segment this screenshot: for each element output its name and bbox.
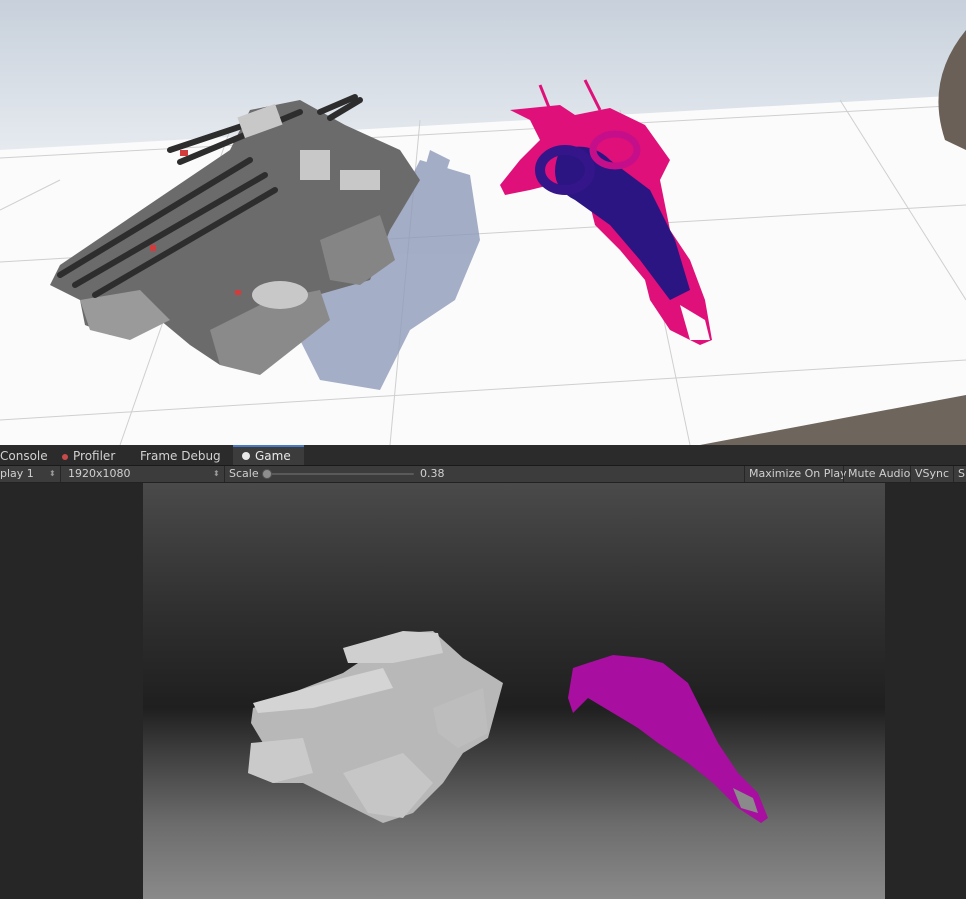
scale-value: 0.38 [420, 467, 445, 480]
depth-spaceship-model [568, 655, 768, 823]
depth-tank-model [248, 631, 503, 823]
vsync-toggle[interactable]: VSync [915, 466, 949, 482]
scene-view[interactable] [0, 0, 966, 445]
dropdown-arrow-icon: ⬍ [213, 469, 220, 478]
tab-frame-debug[interactable]: Frame Debug [140, 447, 225, 466]
scale-slider-handle[interactable] [262, 469, 272, 479]
dropdown-arrow-icon: ⬍ [49, 469, 56, 478]
scene-render [0, 0, 966, 445]
display-dropdown[interactable]: play 1 ⬍ [0, 466, 58, 482]
scale-label: Scale [229, 467, 259, 480]
scale-slider-track[interactable] [268, 473, 414, 475]
tab-game[interactable]: Game [233, 445, 304, 465]
game-view-area [0, 483, 966, 899]
tab-console[interactable]: Console [0, 447, 55, 466]
stats-toggle[interactable]: S [958, 466, 965, 482]
game-toolbar: play 1 ⬍ 1920x1080 ⬍ Scale 0.38 Maximize… [0, 466, 966, 483]
mute-audio-toggle[interactable]: Mute Audio [848, 466, 910, 482]
profiler-icon [62, 454, 68, 460]
resolution-dropdown[interactable]: 1920x1080 ⬍ [68, 466, 220, 482]
game-icon [242, 452, 250, 460]
maximize-on-play-toggle[interactable]: Maximize On Play [749, 466, 847, 482]
depth-render [248, 631, 768, 823]
game-viewport[interactable] [143, 483, 885, 899]
tab-profiler[interactable]: Profiler [62, 447, 132, 466]
panel-tab-bar: Console Profiler Frame Debug Game [0, 445, 966, 466]
